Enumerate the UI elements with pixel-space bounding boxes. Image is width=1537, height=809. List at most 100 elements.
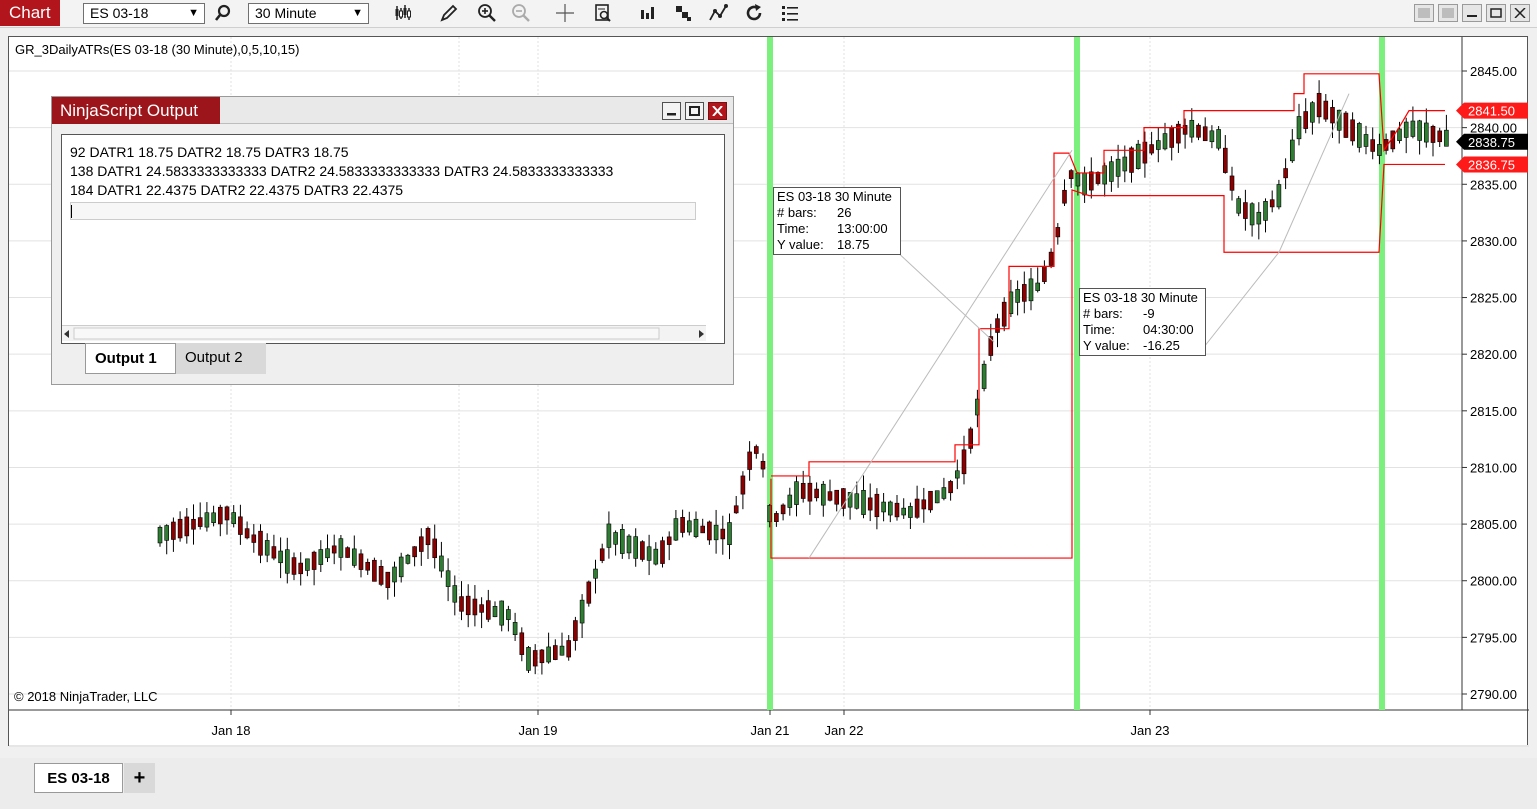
candle <box>613 532 618 545</box>
candle <box>552 645 558 660</box>
candle <box>1350 119 1355 142</box>
output-minimize-button[interactable] <box>662 102 681 120</box>
candle <box>1089 171 1094 191</box>
chart-application: Chart ES 03-18 ▼ 30 Minute ▼ 2790.00 279… <box>0 0 1537 809</box>
candle <box>459 596 464 612</box>
link-icon[interactable] <box>1414 4 1434 22</box>
candle <box>794 481 799 505</box>
maximize-button[interactable] <box>1486 4 1506 22</box>
candle <box>1075 172 1081 187</box>
draw-icon[interactable] <box>437 2 461 24</box>
measure-tooltip-2: ES 03-18 30 Minute # bars: -9 Time: 04:30:… <box>1079 288 1206 356</box>
candle <box>727 522 732 545</box>
x-tick-label: Jan 18 <box>211 723 250 738</box>
candle <box>1276 184 1282 208</box>
add-tab-button[interactable]: + <box>124 763 155 793</box>
tab-output-2[interactable]: Output 2 <box>176 343 266 374</box>
instrument-selector[interactable]: ES 03-18 ▼ <box>83 3 205 24</box>
candle <box>191 518 196 530</box>
candle <box>539 649 545 664</box>
measure-tooltip-1: ES 03-18 30 Minute # bars: 26 Time: 13:00:… <box>773 187 901 255</box>
candle <box>305 558 310 571</box>
output-input-field[interactable] <box>70 202 696 220</box>
x-tick-label: Jan 19 <box>518 723 557 738</box>
zoom-in-icon[interactable] <box>475 2 499 24</box>
candle <box>1062 189 1067 204</box>
y-tick-label: 2805.00 <box>1470 517 1517 532</box>
candle <box>1135 143 1141 169</box>
close-button[interactable] <box>1510 4 1530 22</box>
properties-icon[interactable] <box>778 2 802 24</box>
candle <box>666 536 672 545</box>
draw-tools-icon[interactable] <box>706 2 730 24</box>
candle <box>338 538 344 558</box>
reload-icon[interactable] <box>742 2 766 24</box>
tab-output-1[interactable]: Output 1 <box>85 343 176 374</box>
x-tick-label: Jan 21 <box>750 723 789 738</box>
candle <box>506 609 511 620</box>
candle <box>1283 168 1288 179</box>
candle <box>1122 156 1128 172</box>
output-maximize-button[interactable] <box>685 102 704 120</box>
strategy-icon[interactable] <box>636 2 660 24</box>
candle <box>559 645 565 656</box>
candle <box>686 520 692 533</box>
candle <box>197 517 203 527</box>
candle <box>720 528 726 540</box>
candle <box>1189 119 1195 138</box>
candle <box>157 526 163 544</box>
candle <box>646 546 652 561</box>
zoom-out-icon[interactable] <box>509 2 533 24</box>
tooltip-title: ES 03-18 30 Minute <box>1083 290 1198 305</box>
output-line: 138 DATR1 24.5833333333333 DATR2 24.5833… <box>70 163 614 179</box>
candle <box>1149 144 1154 154</box>
tooltip-bars-value: -9 <box>1143 306 1155 321</box>
candle <box>231 512 236 524</box>
candle <box>760 460 766 470</box>
tooltip-time-value: 13:00:00 <box>837 221 888 236</box>
candle <box>1236 198 1241 214</box>
bar-type-icon[interactable] <box>391 2 415 24</box>
candle <box>1042 266 1047 282</box>
chart-tab-bar: ES 03-18 + <box>0 758 1537 809</box>
candle <box>244 528 250 539</box>
horizontal-scrollbar[interactable] <box>62 325 706 341</box>
crosshair-icon[interactable] <box>553 2 577 24</box>
candle <box>512 622 518 635</box>
candle <box>298 562 304 575</box>
candle <box>968 428 974 449</box>
y-tick-label: 2790.00 <box>1470 687 1517 702</box>
y-tick-label: 2815.00 <box>1470 404 1517 419</box>
candle <box>928 490 933 511</box>
candle <box>1249 203 1255 226</box>
candle <box>593 568 598 579</box>
candle <box>1202 126 1208 142</box>
tab-es-03-18[interactable]: ES 03-18 <box>34 763 123 793</box>
data-box-icon[interactable] <box>591 2 615 24</box>
candle <box>1196 124 1201 138</box>
candle <box>211 512 216 523</box>
candle <box>546 646 551 663</box>
output-close-button[interactable] <box>708 102 727 120</box>
candle <box>1229 175 1235 191</box>
search-icon[interactable] <box>211 2 235 24</box>
candle <box>432 538 438 559</box>
candle <box>1323 100 1329 120</box>
candle <box>941 487 947 499</box>
candle <box>733 505 739 514</box>
interval-selector[interactable]: 30 Minute ▼ <box>248 3 369 24</box>
workspace-icon[interactable] <box>1438 4 1458 22</box>
candle <box>392 566 397 583</box>
tooltip-y-label: Y value: <box>777 237 824 252</box>
output-text-area[interactable]: 92 DATR1 18.75 DATR2 18.75 DATR3 18.75 1… <box>61 134 725 344</box>
candle <box>1430 126 1436 143</box>
candle <box>861 490 866 515</box>
indicator-icon[interactable] <box>671 2 695 24</box>
ninjascript-output-window[interactable]: NinjaScript Output 92 DATR1 18.75 DATR2 … <box>51 96 734 385</box>
y-tick-label: 2825.00 <box>1470 291 1517 306</box>
candle <box>1269 199 1275 208</box>
minimize-button[interactable] <box>1462 4 1482 22</box>
copyright-text: © 2018 NinjaTrader, LLC <box>14 689 158 704</box>
candle <box>224 506 230 521</box>
candle <box>1115 158 1121 177</box>
